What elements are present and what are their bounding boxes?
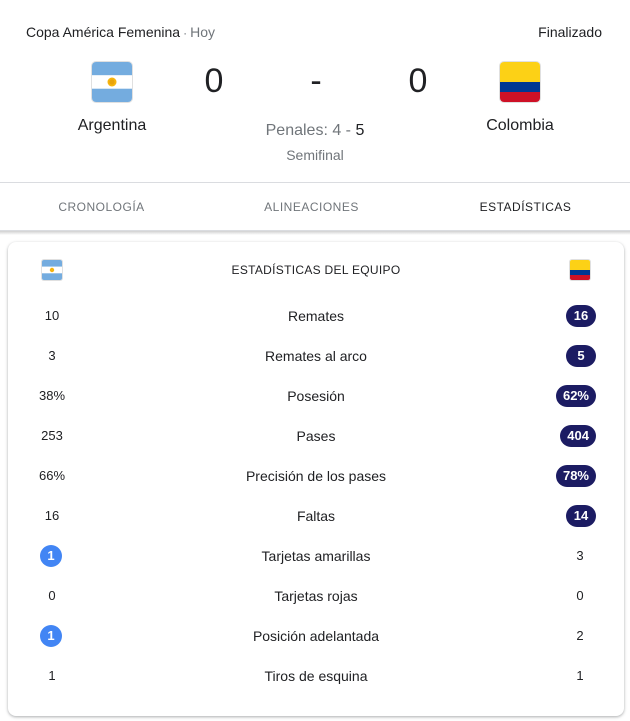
stats-card-title: ESTADÍSTICAS DEL EQUIPO [231,263,401,277]
stat-label: Tiros de esquina [264,668,368,684]
tabs-shadow [0,231,630,235]
stat-row: 1 Posición adelantada 2 [8,615,624,655]
away-team-name[interactable]: Colombia [440,117,600,135]
colombia-flag-icon [570,260,590,280]
stat-home-value: 66% [38,468,66,483]
stat-away-value: 2 [576,628,584,643]
stat-row: 16 Faltas 14 [8,495,624,535]
stat-home-value: 0 [48,588,56,603]
stat-home-value: 38% [38,388,66,403]
stat-away-value: 404 [560,425,596,447]
stat-label: Pases [296,428,336,444]
match-day: Hoy [190,24,215,40]
stat-away-value: 0 [576,588,584,603]
stat-row: 253 Pases 404 [8,415,624,455]
match-status: Finalizado [538,24,602,40]
away-score: 0 [408,62,428,100]
stat-away-value: 1 [576,668,584,683]
stat-row: 3 Remates al arco 5 [8,335,624,375]
team-stats-card: ESTADÍSTICAS DEL EQUIPO 10 Remates 16 3 … [8,242,624,716]
stat-away-value: 62% [555,385,596,407]
stat-row: 66% Precisión de los pases 78% [8,455,624,495]
penalties-text: Penales: 4 - [265,122,356,139]
stat-away-value: 16 [566,305,596,327]
tab-alineaciones[interactable]: Alineaciones [210,183,413,231]
argentina-flag-icon[interactable] [92,62,132,102]
penalties-winner-score: 5 [355,122,365,139]
stat-away-value: 14 [566,505,596,527]
tab-cronologia[interactable]: Cronología [0,183,203,231]
stat-away-value: 5 [566,345,596,367]
stat-home-value: 3 [48,348,56,363]
stat-home-value: 1 [48,668,56,683]
stat-label: Remates al arco [265,348,367,364]
stats-card-header: ESTADÍSTICAS DEL EQUIPO [8,258,624,282]
stat-label: Tarjetas rojas [274,588,358,604]
score-separator: - [310,62,322,100]
penalties-result: Penales: 4 - 5 [215,122,415,140]
stat-label: Remates [287,308,345,324]
stat-home-value: 253 [41,428,63,443]
stat-home-value: 1 [40,545,62,567]
stat-label: Tarjetas amarillas [261,548,371,564]
argentina-flag-icon [42,260,62,280]
stat-home-value: 16 [44,508,60,523]
competition-name[interactable]: Copa América Femenina [26,24,180,40]
stat-label: Posición adelantada [252,628,380,644]
stat-row: 38% Posesión 62% [8,375,624,415]
match-header: Copa América Femenina · Hoy Finalizado Arg… [0,0,630,183]
stat-row: 0 Tarjetas rojas 0 [8,575,624,615]
match-round: Semifinal [286,147,344,163]
stat-label: Faltas [296,508,336,524]
tab-estadisticas[interactable]: Estadísticas [424,183,627,231]
stat-home-value: 10 [44,308,60,323]
stat-row: 1 Tarjetas amarillas 3 [8,535,624,575]
match-tabs: Cronología Alineaciones Estadísticas [0,183,630,231]
stat-label: Posesión [287,388,345,404]
home-score: 0 [204,62,224,100]
stat-row: 1 Tiros de esquina 1 [8,655,624,695]
stat-away-value: 78% [555,465,596,487]
stat-label: Precisión de los pases [245,468,387,484]
separator-dot: · [183,26,188,40]
stat-row: 10 Remates 16 [8,295,624,335]
competition-line[interactable]: Copa América Femenina · Hoy [26,24,215,40]
home-team-name[interactable]: Argentina [32,117,192,135]
colombia-flag-icon[interactable] [500,62,540,102]
stat-home-value: 1 [40,625,62,647]
stat-away-value: 3 [576,548,584,563]
